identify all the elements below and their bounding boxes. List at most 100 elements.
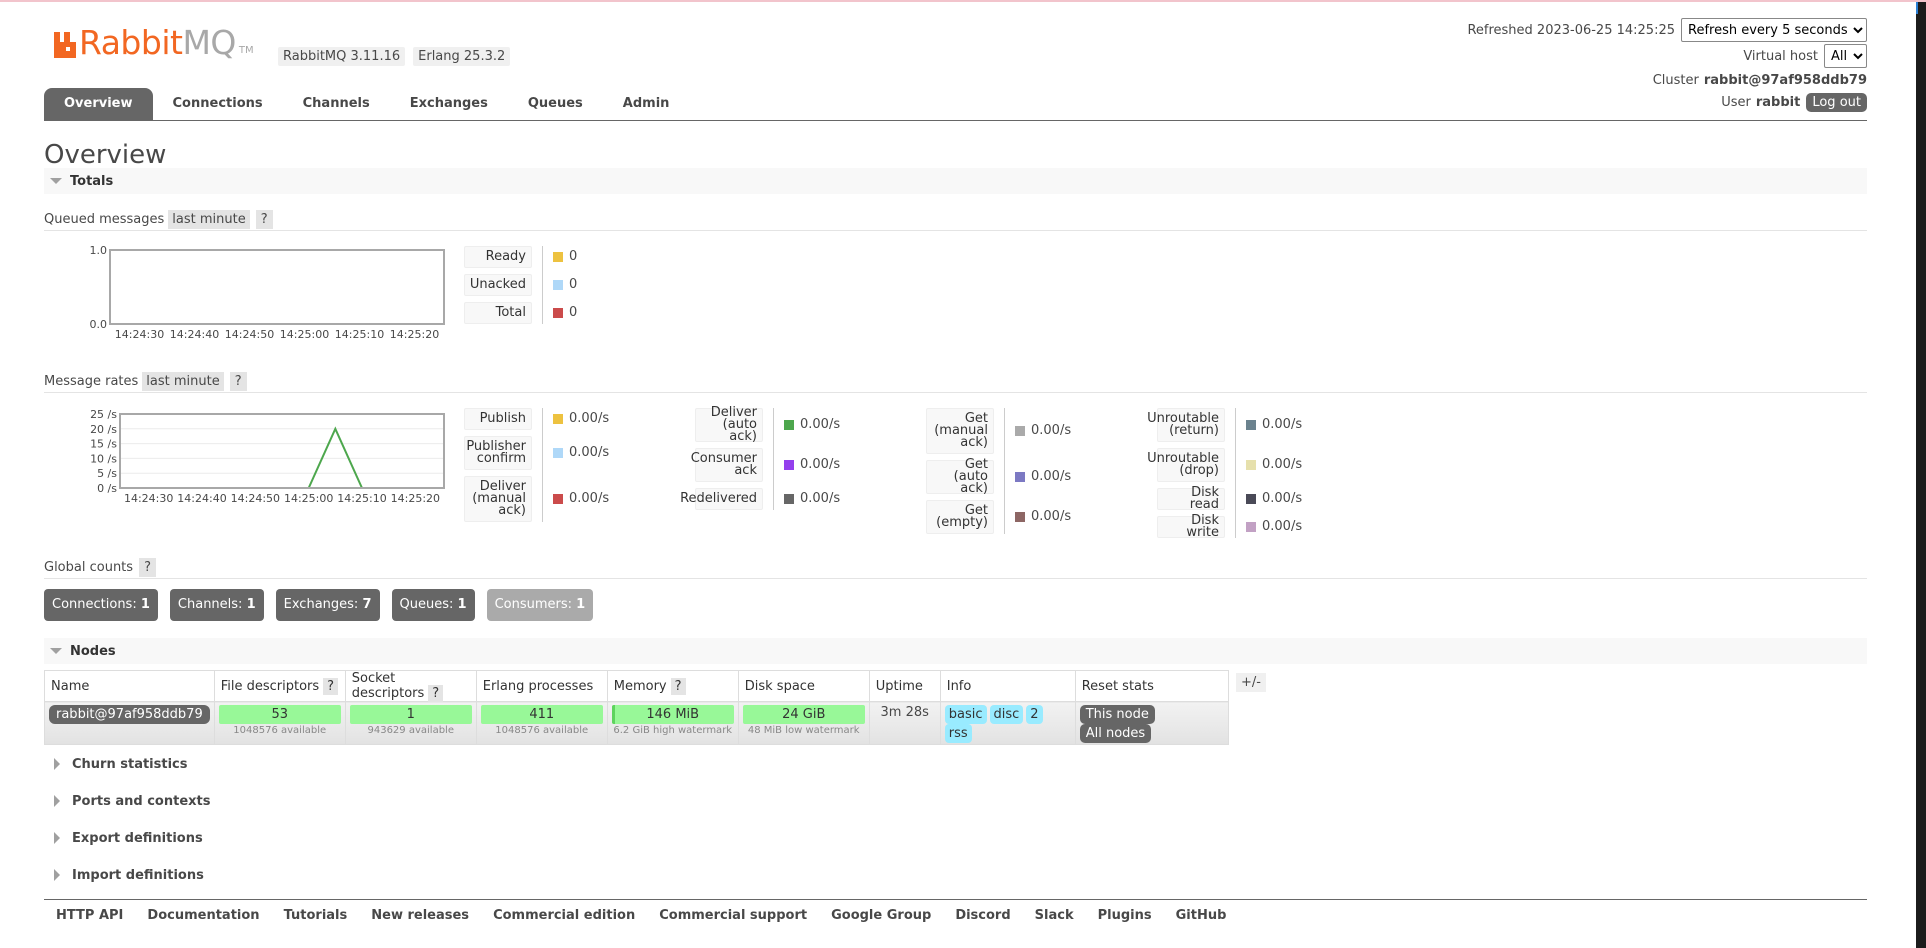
legend-label: Disk write — [1157, 514, 1225, 539]
legend-label: Publisher confirm — [464, 436, 532, 470]
message-rates-header: Message rates last minute ? — [44, 370, 1867, 393]
fd-help-button[interactable]: ? — [323, 677, 339, 695]
procs-value: 411 — [529, 707, 555, 722]
legend-label: Consumer ack — [691, 448, 763, 482]
legend-swatch — [553, 413, 563, 424]
exchanges-count-button[interactable]: Exchanges: 7 — [275, 589, 380, 621]
legend-value: 0 — [569, 249, 578, 264]
legend-label: Unroutable (return) — [1147, 408, 1225, 442]
toggle-columns-button[interactable]: +/- — [1236, 673, 1266, 692]
fd-value: 53 — [271, 707, 288, 722]
legend-values: 0.00/s 0.00/s 0.00/s — [553, 408, 623, 522]
legend-values: 0.00/s 0.00/s 0.00/s — [784, 408, 854, 510]
info-tag-count: 2 — [1026, 705, 1043, 724]
legend-item: 0 — [553, 277, 577, 292]
info-tag-basic: basic — [944, 705, 987, 724]
node-name-cell: rabbit@97af958ddb79 — [44, 701, 215, 745]
count-label: Channels: — [177, 597, 243, 612]
nodes-section-toggle[interactable]: Nodes — [44, 638, 1867, 664]
footer-tutorials[interactable]: Tutorials — [284, 908, 348, 923]
footer-documentation[interactable]: Documentation — [147, 908, 259, 923]
connections-count-button[interactable]: Connections: 1 — [44, 589, 158, 621]
queues-count-button[interactable]: Queues: 1 — [391, 589, 475, 621]
legend-value: 0.00/s — [1031, 423, 1072, 438]
legend-value: 0.00/s — [1262, 491, 1303, 506]
footer-google-group[interactable]: Google Group — [831, 908, 931, 923]
message-rates-chart: 0 /s 5 /s 10 /s 15 /s 20 /s 25 /s 14:24:30 14:2… — [40, 402, 450, 511]
memory-watermark: 6.2 GiB high watermark — [613, 725, 733, 736]
sockets-cell: 1 943629 available — [344, 701, 477, 745]
footer-http-api[interactable]: HTTP API — [56, 908, 123, 923]
footer-github[interactable]: GitHub — [1176, 908, 1227, 923]
y-tick-label: 20 /s — [90, 423, 117, 436]
tab-overview[interactable]: Overview — [44, 88, 153, 120]
footer-commercial-edition[interactable]: Commercial edition — [493, 908, 635, 923]
count-label: Consumers: — [494, 597, 573, 612]
totals-section-toggle[interactable]: Totals — [44, 168, 1867, 194]
socket-help-button[interactable]: ? — [428, 685, 444, 702]
global-counts-header: Global counts ? — [44, 556, 1867, 579]
rates-help-button[interactable]: ? — [229, 371, 247, 391]
y-tick-label: 0 /s — [97, 482, 117, 495]
x-tick-label: 14:25:20 — [391, 492, 440, 505]
global-counts-help-button[interactable]: ? — [139, 557, 156, 577]
footer-commercial-support[interactable]: Commercial support — [659, 908, 807, 923]
rates-range-selector[interactable]: last minute — [142, 371, 224, 391]
cluster-label: Cluster — [1652, 72, 1699, 88]
churn-statistics-toggle[interactable]: Churn statistics — [44, 753, 188, 775]
memory-cell: 146 MiB 6.2 GiB high watermark — [606, 701, 739, 745]
message-rates-label: Message rates — [44, 373, 139, 389]
footer-links: HTTP API Documentation Tutorials New rel… — [44, 899, 1867, 923]
export-definitions-toggle[interactable]: Export definitions — [44, 827, 203, 849]
collapsed-triangle-icon — [54, 832, 60, 844]
col-disk-space: Disk space — [737, 670, 870, 702]
global-counts: Connections: 1 Channels: 1 Exchanges: 7 … — [44, 589, 594, 621]
memory-value: 146 MiB — [646, 707, 700, 722]
node-link[interactable]: rabbit@97af958ddb79 — [49, 705, 210, 724]
rabbitmq-logo[interactable]: RabbitMQ TM — [54, 26, 254, 59]
info-cell: basic disc 2 rss — [939, 701, 1076, 745]
x-tick-label: 14:24:40 — [170, 328, 219, 341]
legend-labels: Deliver (auto ack) Consumer ack Redelivere… — [680, 406, 763, 510]
plot-frame — [119, 413, 445, 489]
col-uptime: Uptime — [868, 670, 941, 702]
footer-new-releases[interactable]: New releases — [371, 908, 469, 923]
legend-item: 0 — [553, 249, 577, 264]
import-definitions-toggle[interactable]: Import definitions — [44, 864, 204, 886]
footer-discord[interactable]: Discord — [955, 908, 1010, 923]
sockets-bar: 1 — [349, 705, 472, 724]
tab-connections[interactable]: Connections — [153, 88, 283, 120]
legend-value: 0.00/s — [569, 445, 610, 460]
window-edge-scrollbar — [1916, 2, 1926, 948]
y-tick-label: 15 /s — [90, 438, 117, 451]
vhost-select[interactable]: All — [1824, 44, 1867, 68]
queued-range-selector[interactable]: last minute — [168, 209, 250, 229]
footer-slack[interactable]: Slack — [1035, 908, 1074, 923]
col-memory: Memory? — [606, 670, 739, 702]
reset-this-node-button[interactable]: This node — [1079, 705, 1155, 724]
channels-count-button[interactable]: Channels: 1 — [169, 589, 264, 621]
legend-item: 0.00/s — [784, 491, 840, 506]
tab-queues[interactable]: Queues — [508, 88, 603, 120]
legend-item: 0.00/s — [784, 457, 840, 472]
legend-value: 0.00/s — [1262, 417, 1303, 432]
info-tag-disc: disc — [989, 705, 1024, 724]
legend-swatch — [553, 251, 563, 262]
col-name: Name — [44, 670, 215, 702]
legend-group: Ready Unacked Total 0 0 0 — [464, 246, 623, 324]
legend-swatch — [784, 459, 794, 470]
logo-wordmark: RabbitMQ — [79, 26, 236, 59]
refresh-interval-select[interactable]: Refresh every 5 seconds — [1681, 18, 1867, 42]
tab-channels[interactable]: Channels — [283, 88, 390, 120]
queued-help-button[interactable]: ? — [255, 209, 273, 229]
reset-all-nodes-button[interactable]: All nodes — [1079, 724, 1152, 743]
legend-swatch — [1246, 493, 1256, 504]
collapsed-triangle-icon — [54, 869, 60, 881]
tab-admin[interactable]: Admin — [603, 88, 690, 120]
tab-exchanges[interactable]: Exchanges — [390, 88, 508, 120]
col-label: Socket descriptors — [351, 671, 425, 701]
consumers-count-badge: Consumers: 1 — [486, 589, 594, 621]
footer-plugins[interactable]: Plugins — [1098, 908, 1152, 923]
ports-and-contexts-toggle[interactable]: Ports and contexts — [44, 790, 210, 812]
memory-help-button[interactable]: ? — [670, 677, 686, 695]
